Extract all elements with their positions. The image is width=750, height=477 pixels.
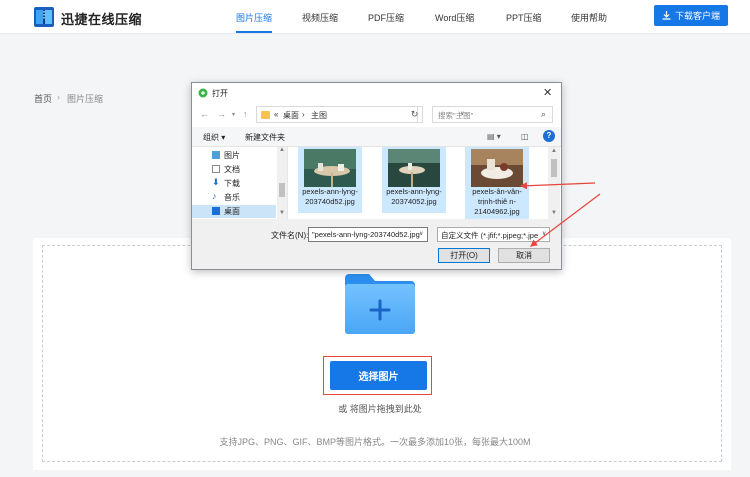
sidebar-scroll-thumb[interactable] [279, 183, 285, 197]
sidebar-item-music[interactable]: ♪ 音乐 [192, 191, 276, 204]
brand-name: 迅捷在线压缩 [61, 12, 143, 27]
folder-icon [261, 111, 270, 119]
sidebar-item-documents[interactable]: 文档 [192, 163, 276, 176]
chevron-down-icon[interactable]: ∨ [419, 230, 423, 237]
chevron-down-icon: ∨ [542, 231, 547, 237]
recent-dropdown-icon[interactable]: ▾ [232, 111, 235, 118]
help-icon[interactable]: ? [543, 130, 555, 142]
search-icon: ⌕ [541, 109, 547, 119]
sidebar-item-desktop[interactable]: 桌面 [192, 205, 276, 218]
nav-word-compress[interactable]: Word压缩 [435, 11, 474, 24]
download-client-button[interactable]: 下载客户端 [654, 5, 728, 26]
photo-thumbnail [471, 149, 523, 187]
download-icon [662, 11, 671, 20]
address-segment-main[interactable]: 主图 [311, 110, 327, 121]
address-separator: › [302, 110, 305, 119]
nav-ppt-compress[interactable]: PPT压缩 [506, 11, 542, 24]
file-name: pexels-ann-lyng-203740d52.jpg [302, 187, 358, 206]
file-item[interactable]: pexels-ann-lyng-20374052.jpg [382, 147, 446, 213]
scroll-up-icon[interactable]: ▲ [551, 148, 557, 154]
address-segment-desktop[interactable]: 桌面 [283, 110, 299, 121]
file-list-scroll-thumb[interactable] [551, 159, 557, 177]
file-item[interactable]: pexels-ann-lyng-203740d52.jpg [298, 147, 362, 213]
organize-menu[interactable]: 组织 ▾ [203, 132, 225, 143]
filename-label: 文件名(N): [271, 231, 309, 240]
download-icon: ⬇ [212, 177, 220, 187]
filename-input[interactable]: "pexels-ann-lyng-203740d52.jpg" "pexels-… [308, 227, 428, 242]
sidebar-label: 桌面 [224, 207, 240, 216]
breadcrumb-chevron-icon: › [57, 92, 60, 102]
address-bar[interactable]: « 桌面 › 主图 [256, 106, 418, 123]
up-arrow-icon[interactable]: ↑ [243, 109, 248, 119]
drag-hint: 或 将图片拖拽到此处 [338, 404, 422, 414]
sidebar-label: 图片 [224, 151, 240, 160]
logo-icon [34, 7, 54, 27]
breadcrumb-current: 图片压缩 [67, 94, 104, 104]
sidebar-item-downloads[interactable]: ⬇ 下载 [192, 177, 276, 190]
back-arrow-icon[interactable]: ← [200, 109, 209, 119]
top-header: 迅捷在线压缩 图片压缩 视频压缩 PDF压缩 Word压缩 PPT压缩 使用帮助… [0, 0, 750, 34]
filename-value: "pexels-ann-lyng-203740d52.jpg" "pexels-… [312, 230, 420, 239]
view-mode-icon[interactable]: ▤ ▾ [487, 132, 501, 141]
desktop-icon [212, 207, 220, 215]
dialog-toolbar: 组织 ▾ 新建文件夹 ▤ ▾ ◫ ? [192, 127, 561, 147]
dialog-titlebar[interactable]: 打开 ✕ [192, 83, 561, 103]
nav-help[interactable]: 使用帮助 [571, 11, 607, 24]
scroll-down-icon[interactable]: ▼ [551, 210, 557, 216]
file-name: pexels-ann-lyng-20374052.jpg [386, 187, 442, 206]
photo-thumbnail [388, 149, 440, 187]
filetype-value: 自定义文件 (*.jfif;*.pjpeg;*.jpe [441, 231, 539, 240]
search-placeholder: 搜索"主图" [438, 111, 474, 120]
choose-image-button[interactable]: 选择图片 [330, 361, 427, 390]
close-icon[interactable]: ✕ [543, 86, 552, 99]
filetype-select[interactable]: 自定义文件 (*.jfif;*.pjpeg;*.jpe ∨ [437, 227, 550, 242]
address-prefix: « [274, 110, 279, 119]
nav-pdf-compress[interactable]: PDF压缩 [368, 11, 404, 24]
cancel-button[interactable]: 取消 [498, 248, 550, 263]
documents-icon [212, 165, 220, 173]
dialog-sidebar: 图片 文档 ⬇ 下载 ♪ 音乐 桌面 ▲ ▼ [192, 147, 288, 219]
folder-add-icon [345, 274, 415, 334]
refresh-icon[interactable]: ↻ [407, 106, 423, 123]
download-client-label: 下载客户端 [674, 11, 720, 21]
preview-pane-icon[interactable]: ◫ [521, 132, 529, 141]
nav-active-underline [236, 31, 272, 33]
support-info: 支持JPG、PNG、GIF、BMP等图片格式。一次最多添加10张，每张最大100… [219, 437, 531, 447]
dialog-title: 打开 [212, 89, 228, 98]
new-folder-button[interactable]: 新建文件夹 [245, 132, 285, 143]
search-box[interactable]: 搜索"主图" ⌕ [432, 106, 553, 123]
pictures-icon [212, 151, 220, 159]
breadcrumb-home[interactable]: 首页 [34, 92, 52, 105]
dialog-footer: 文件名(N): "pexels-ann-lyng-203740d52.jpg" … [192, 219, 561, 269]
file-name: pexels-ân-vân-trịnh-thiê n-21404962.jpg [472, 187, 522, 216]
file-open-dialog: 打开 ✕ ← → ▾ ↑ « 桌面 › 主图 ∨ ↻ 搜索"主图" ⌕ 组织 ▾… [191, 82, 562, 270]
nav-image-compress[interactable]: 图片压缩 [236, 11, 272, 24]
forward-arrow-icon[interactable]: → [217, 109, 226, 119]
file-item[interactable]: pexels-ân-vân-trịnh-thiê n-21404962.jpg [465, 147, 529, 221]
sidebar-label: 下载 [224, 179, 240, 188]
nav-video-compress[interactable]: 视频压缩 [302, 11, 338, 24]
sidebar-item-pictures[interactable]: 图片 [192, 149, 276, 162]
photo-thumbnail [304, 149, 356, 187]
open-button[interactable]: 打开(O) [438, 248, 490, 263]
sidebar-label: 文档 [224, 165, 240, 174]
address-row: ← → ▾ ↑ « 桌面 › 主图 ∨ ↻ 搜索"主图" ⌕ [192, 103, 561, 127]
app-icon [198, 88, 208, 98]
music-icon: ♪ [212, 191, 217, 201]
scroll-down-icon[interactable]: ▼ [279, 210, 285, 216]
file-list-scrollbar[interactable] [548, 147, 560, 219]
sidebar-label: 音乐 [224, 193, 240, 202]
scroll-up-icon[interactable]: ▲ [279, 147, 285, 153]
